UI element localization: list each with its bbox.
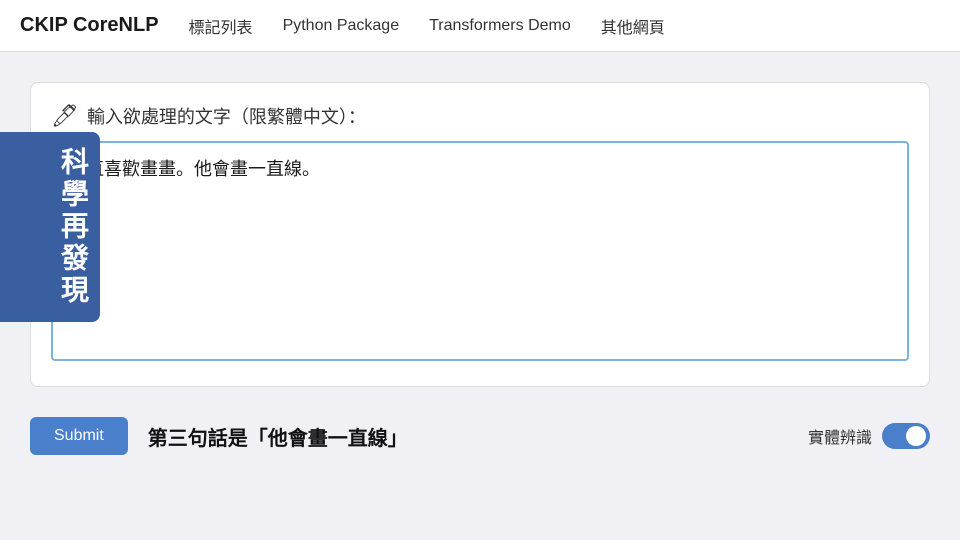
nav-link-biaoji[interactable]: 標記列表 — [189, 10, 253, 42]
entity-recognition-toggle[interactable] — [882, 423, 930, 449]
bottom-bar: Submit 第三句話是「他會畫一直線」 實體辨識 — [30, 407, 930, 465]
label-icon: 🖊 — [51, 103, 79, 129]
nav-link-more[interactable]: 其他網頁 — [601, 14, 665, 38]
input-label-text: 輸入欲處理的文字（限繁體中文）： — [87, 103, 366, 129]
navbar-brand: CKIP CoreNLP — [20, 14, 159, 37]
nav-link-python[interactable]: Python Package — [283, 13, 400, 39]
main-content: 科學再發現 🖊 輸入欲處理的文字（限繁體中文）： 一直喜歡畫畫。他會畫一直線。 … — [0, 52, 960, 540]
input-label: 🖊 輸入欲處理的文字（限繁體中文）： — [51, 103, 909, 129]
navbar: CKIP CoreNLP 標記列表 Python Package Transfo… — [0, 0, 960, 52]
toggle-label: 實體辨識 — [808, 424, 872, 448]
toggle-section: 實體辨識 — [808, 423, 930, 449]
input-section: 🖊 輸入欲處理的文字（限繁體中文）： 一直喜歡畫畫。他會畫一直線。 — [30, 82, 930, 387]
side-watermark: 科學再發現 — [0, 132, 100, 322]
nav-link-transformers[interactable]: Transformers Demo — [429, 13, 571, 39]
text-input[interactable]: 一直喜歡畫畫。他會畫一直線。 — [51, 141, 909, 361]
status-text: 第三句話是「他會畫一直線」 — [148, 422, 788, 451]
nav-links: 標記列表 Python Package Transformers Demo 其他… — [189, 10, 940, 42]
submit-button[interactable]: Submit — [30, 417, 128, 455]
